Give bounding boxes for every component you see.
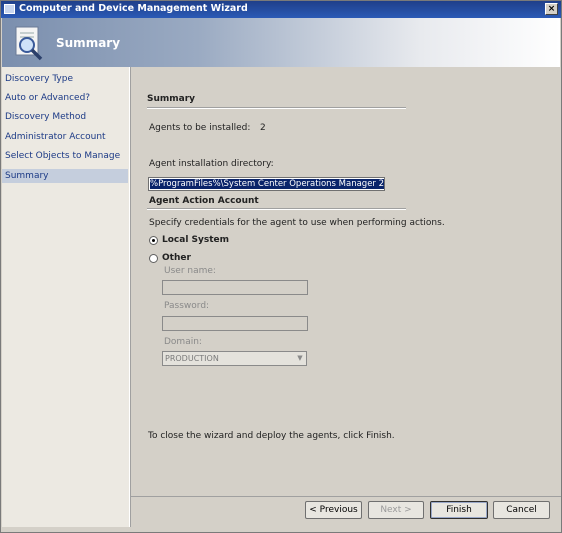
close-icon[interactable]: × bbox=[545, 3, 558, 15]
other-radio[interactable] bbox=[149, 254, 158, 263]
agents-to-install-count: 2 bbox=[260, 123, 266, 133]
footer-divider bbox=[131, 496, 561, 497]
cancel-button[interactable]: Cancel bbox=[493, 501, 550, 519]
domain-label: Domain: bbox=[164, 337, 202, 347]
local-system-label[interactable]: Local System bbox=[162, 235, 229, 245]
domain-select[interactable]: PRODUCTION ▼ bbox=[162, 351, 307, 366]
sidebar-item-summary[interactable]: Summary bbox=[5, 171, 49, 181]
sidebar-item-select-objects[interactable]: Select Objects to Manage bbox=[5, 151, 120, 161]
password-field[interactable] bbox=[162, 316, 308, 331]
sidebar-item-administrator-account[interactable]: Administrator Account bbox=[5, 132, 106, 142]
local-system-radio[interactable] bbox=[149, 236, 158, 245]
agents-to-install-label: Agents to be installed: bbox=[149, 123, 251, 133]
app-icon bbox=[4, 4, 15, 14]
summary-section-title: Summary bbox=[147, 94, 196, 104]
install-directory-field[interactable]: %ProgramFiles%\System Center Operations … bbox=[148, 177, 385, 191]
window-title: Computer and Device Management Wizard bbox=[19, 3, 248, 14]
password-label: Password: bbox=[164, 301, 210, 311]
domain-value: PRODUCTION bbox=[165, 354, 219, 363]
summary-divider bbox=[147, 107, 406, 109]
account-description: Specify credentials for the agent to use… bbox=[149, 218, 445, 228]
previous-button[interactable]: < Previous bbox=[305, 501, 362, 519]
username-label: User name: bbox=[164, 266, 216, 276]
finish-instruction: To close the wizard and deploy the agent… bbox=[148, 431, 395, 441]
other-label[interactable]: Other bbox=[162, 253, 191, 263]
username-field[interactable] bbox=[162, 280, 308, 295]
install-directory-value: %ProgramFiles%\System Center Operations … bbox=[150, 179, 384, 189]
chevron-down-icon: ▼ bbox=[297, 354, 303, 362]
account-section-title: Agent Action Account bbox=[149, 196, 259, 206]
next-button[interactable]: Next > bbox=[368, 501, 424, 519]
magnifier-icon bbox=[15, 26, 43, 61]
title-bar: Computer and Device Management Wizard × bbox=[1, 1, 561, 18]
sidebar-item-discovery-method[interactable]: Discovery Method bbox=[5, 112, 86, 122]
wizard-window: Computer and Device Management Wizard × … bbox=[0, 0, 562, 533]
finish-button[interactable]: Finish bbox=[430, 501, 488, 519]
sidebar-item-auto-or-advanced[interactable]: Auto or Advanced? bbox=[5, 93, 90, 103]
banner-heading: Summary bbox=[56, 36, 121, 50]
install-directory-label: Agent installation directory: bbox=[149, 159, 274, 169]
sidebar-item-discovery-type[interactable]: Discovery Type bbox=[5, 74, 73, 84]
account-divider bbox=[147, 208, 406, 210]
header-banner: Summary bbox=[2, 18, 560, 67]
